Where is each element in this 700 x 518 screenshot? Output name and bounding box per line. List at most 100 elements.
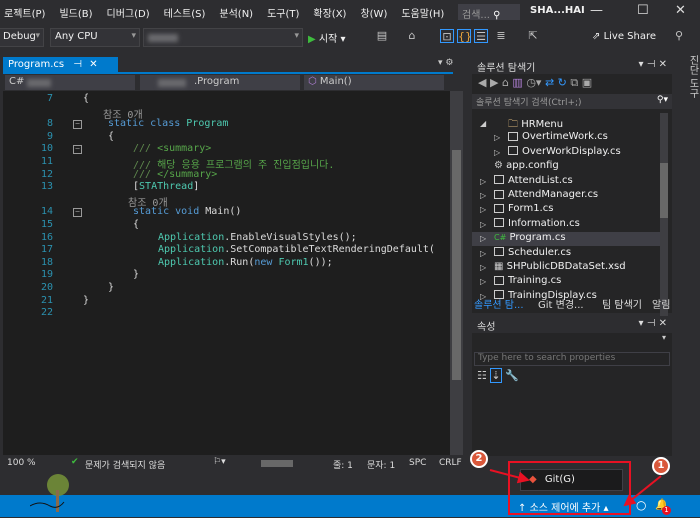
tab-label: Program.cs [8, 59, 65, 70]
expand-icon[interactable]: ▷ [480, 177, 486, 186]
view-icon[interactable]: ⊡ [440, 29, 454, 43]
file-icon[interactable]: ▤ [375, 29, 389, 43]
tree-item[interactable]: ▷ Form1.cs [472, 203, 660, 217]
home-icon[interactable]: ⌂ [502, 76, 509, 89]
tab-settings-icon[interactable]: ▾ ⚙ [438, 58, 453, 68]
object-dropdown[interactable]: ▾ [472, 333, 672, 352]
collapse-toggle[interactable]: − [73, 120, 82, 130]
solution-search[interactable]: 솔루션 탐색기 검색(Ctrl+;) ⚲▾ [472, 94, 672, 109]
expand-icon[interactable]: ▷ [480, 220, 486, 229]
tree-item-label: SHPublicDBDataSet.xsd [506, 261, 626, 272]
horizontal-scrollbar[interactable] [261, 460, 293, 467]
line-number: 줄: 1 [333, 461, 353, 471]
list-icon[interactable]: ☰ [474, 29, 488, 43]
braces-icon[interactable]: {} [457, 29, 472, 43]
panel-controls-icon[interactable]: ▾ ⊣ ✕ [639, 318, 667, 329]
collapse-toggle[interactable]: − [73, 145, 82, 155]
lines-icon[interactable]: ≣ [494, 29, 508, 43]
menu-item[interactable]: 도구(T) [267, 5, 299, 20]
tree-item[interactable]: ⚙ app.config [472, 160, 660, 174]
issues-status[interactable]: 문제가 검색되지 않음 [85, 458, 165, 471]
minimize-icon[interactable]: — [590, 3, 603, 18]
tree-item[interactable]: ▷ AttendManager.cs [472, 189, 660, 203]
project-dropdown[interactable] [143, 28, 303, 47]
search-box[interactable]: 검색... ⚲ [458, 4, 520, 21]
tree-item[interactable]: ▷ C# Program.cs [472, 232, 660, 247]
menu-item[interactable]: 확장(X) [313, 5, 346, 20]
zoom-level[interactable]: 100 % [7, 458, 36, 468]
tree-item[interactable]: ▷ Training.cs [472, 275, 660, 289]
forward-icon[interactable]: ▶ [490, 76, 498, 89]
panel-controls-icon[interactable]: ▾ ⊣ ✕ [639, 59, 667, 70]
expand-icon[interactable]: ▷ [480, 205, 486, 214]
categorized-icon[interactable]: ☷ [477, 369, 487, 382]
maximize-icon[interactable]: ☐ [637, 3, 649, 18]
tree-scrollbar[interactable] [660, 113, 668, 348]
sync-icon[interactable]: ⇄ [545, 76, 554, 89]
code-line: static void Main() [133, 206, 242, 218]
files-icon[interactable]: ▣ [582, 76, 592, 89]
menu-item[interactable]: 분석(N) [219, 5, 253, 20]
expand-icon[interactable]: ▷ [494, 148, 500, 157]
tree-item[interactable]: ▷ Information.cs [472, 218, 660, 232]
menu-item[interactable]: 디버그(D) [107, 5, 150, 20]
home-icon[interactable]: ⌂ [405, 29, 419, 43]
tree-item[interactable]: ▷ AttendList.cs [472, 175, 660, 189]
close-icon[interactable]: ✕ [675, 3, 686, 18]
feedback-icon[interactable]: ⚲ [672, 29, 686, 43]
line-number: 14 [40, 206, 53, 218]
tab-team-explorer[interactable]: 팀 탐색기 [602, 296, 642, 311]
collapse-toggle[interactable]: − [73, 208, 82, 218]
cursor-icon[interactable]: ⇱ [526, 29, 540, 43]
tab-solution-explorer[interactable]: 솔루션 탐... [474, 296, 524, 311]
code-line: { [108, 130, 115, 142]
tab-notifications[interactable]: 알림 [652, 296, 670, 311]
tab-git-changes[interactable]: Git 변경... [538, 296, 584, 311]
expand-icon[interactable]: ▷ [494, 133, 500, 142]
expand-icon[interactable]: ▷ [480, 191, 486, 200]
form-icon: Form1.cs [494, 203, 553, 214]
back-icon[interactable]: ◀ [478, 76, 486, 89]
menu-item[interactable]: 빌드(B) [59, 5, 92, 20]
diagnostic-tools-tab[interactable]: 진단 도구 [678, 55, 700, 115]
vs-icon[interactable]: ▥ [512, 76, 522, 89]
pin-icon[interactable]: ⊣ [73, 59, 82, 70]
project-nav-dropdown[interactable]: C# [5, 75, 135, 90]
brush-icon[interactable]: ⚐▾ [213, 457, 226, 467]
expand-icon[interactable]: ▷ [480, 234, 486, 243]
expand-icon[interactable]: ▷ [480, 277, 486, 286]
collapse-icon[interactable]: ⧉ [570, 76, 578, 89]
tree-item[interactable]: ◢ 🗀 HRMenu [472, 117, 660, 131]
wrench-icon[interactable]: 🔧 [505, 369, 519, 382]
menu-item[interactable]: 테스트(S) [164, 5, 206, 20]
alphabetical-icon[interactable]: ⇣ [490, 368, 502, 383]
platform-dropdown[interactable]: Any CPU [50, 28, 140, 47]
tree-item[interactable]: ▷ ▦ SHPublicDBDataSet.xsd [472, 261, 660, 275]
properties-panel: 속성 ▾ ⊣ ✕ ▾ Type here to search properties… [472, 316, 672, 456]
live-share-button[interactable]: ⇗ Live Share [592, 31, 656, 42]
expand-icon[interactable]: ▷ [480, 263, 486, 272]
menu-item[interactable]: 도움말(H) [401, 5, 444, 20]
tree-item[interactable]: ▷ OverWorkDisplay.cs [472, 146, 660, 160]
menu-item[interactable]: 창(W) [360, 5, 387, 20]
history-icon[interactable]: ◷▾ [526, 76, 541, 89]
refresh-icon[interactable]: ↻ [558, 76, 567, 89]
code-editor[interactable]: 7{참조 0개 8 static class Program −9{10/// <su… [3, 91, 450, 455]
line-number: 21 [40, 294, 53, 306]
line-ending[interactable]: CRLF [439, 458, 462, 468]
user-account[interactable]: SHA...HAI [530, 5, 585, 16]
class-nav-dropdown[interactable]: .Program [140, 75, 300, 90]
check-icon: ✔ [71, 457, 79, 467]
scrollbar-thumb[interactable] [452, 150, 461, 380]
tab-close-icon[interactable]: ✕ [89, 59, 97, 70]
whitespace-mode[interactable]: SPC [409, 458, 426, 468]
tree-item[interactable]: ▷ Scheduler.cs [472, 247, 660, 261]
expand-icon[interactable]: ◢ [480, 119, 486, 128]
menu-item[interactable]: 로젝트(P) [4, 5, 45, 20]
tree-item[interactable]: ▷ OvertimeWork.cs [472, 131, 660, 145]
config-dropdown[interactable]: Debug [0, 28, 44, 47]
start-button[interactable]: ▶ 시작 ▾ [308, 30, 346, 45]
properties-search[interactable]: Type here to search properties [474, 352, 670, 366]
member-nav-dropdown[interactable]: ⬡ Main() [304, 75, 444, 90]
expand-icon[interactable]: ▷ [480, 249, 486, 258]
